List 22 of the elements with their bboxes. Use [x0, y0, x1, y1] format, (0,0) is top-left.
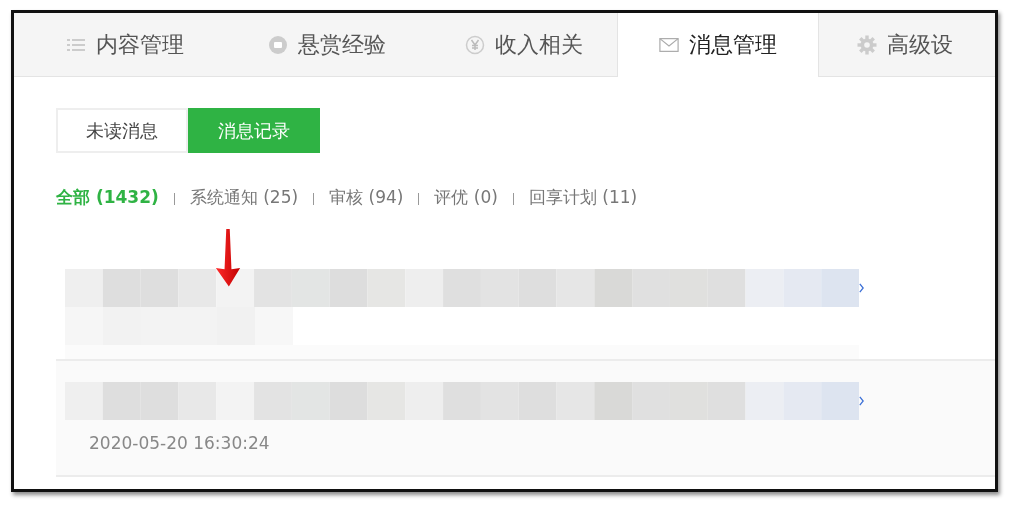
tab[interactable]: 消息管理 [617, 13, 819, 77]
coin-icon [268, 35, 288, 55]
tab[interactable]: 内容管理 [27, 13, 223, 77]
filter-link[interactable]: 回享计划 (11) [528, 185, 638, 209]
tab[interactable]: 悬赏经验 [223, 13, 431, 77]
filter-link[interactable]: 全部 (1432) [56, 185, 159, 209]
tab[interactable]: 高级设 [819, 13, 995, 77]
message-time: 2020-05-20 16:30:24 [89, 433, 271, 453]
segment-tab[interactable]: 未读消息 [56, 108, 188, 153]
message-item[interactable] [56, 269, 995, 361]
filter-link[interactable]: 系统通知 (25) [189, 185, 299, 209]
chevron-icon [859, 395, 864, 407]
segment-tab[interactable]: 消息记录 [188, 108, 320, 153]
filter-link[interactable]: 审核 (94) [329, 185, 404, 209]
filter-link[interactable]: 评优 (0) [434, 185, 498, 209]
yen-coin-icon [465, 35, 485, 55]
pointer-arrow [215, 229, 241, 287]
chevron-icon [859, 282, 864, 294]
message-item[interactable]: 2020-05-20 16:30:24 [56, 361, 995, 477]
gear-icon [857, 35, 877, 55]
mail-icon [659, 35, 679, 55]
tab[interactable]: 收入相关 [431, 13, 617, 77]
